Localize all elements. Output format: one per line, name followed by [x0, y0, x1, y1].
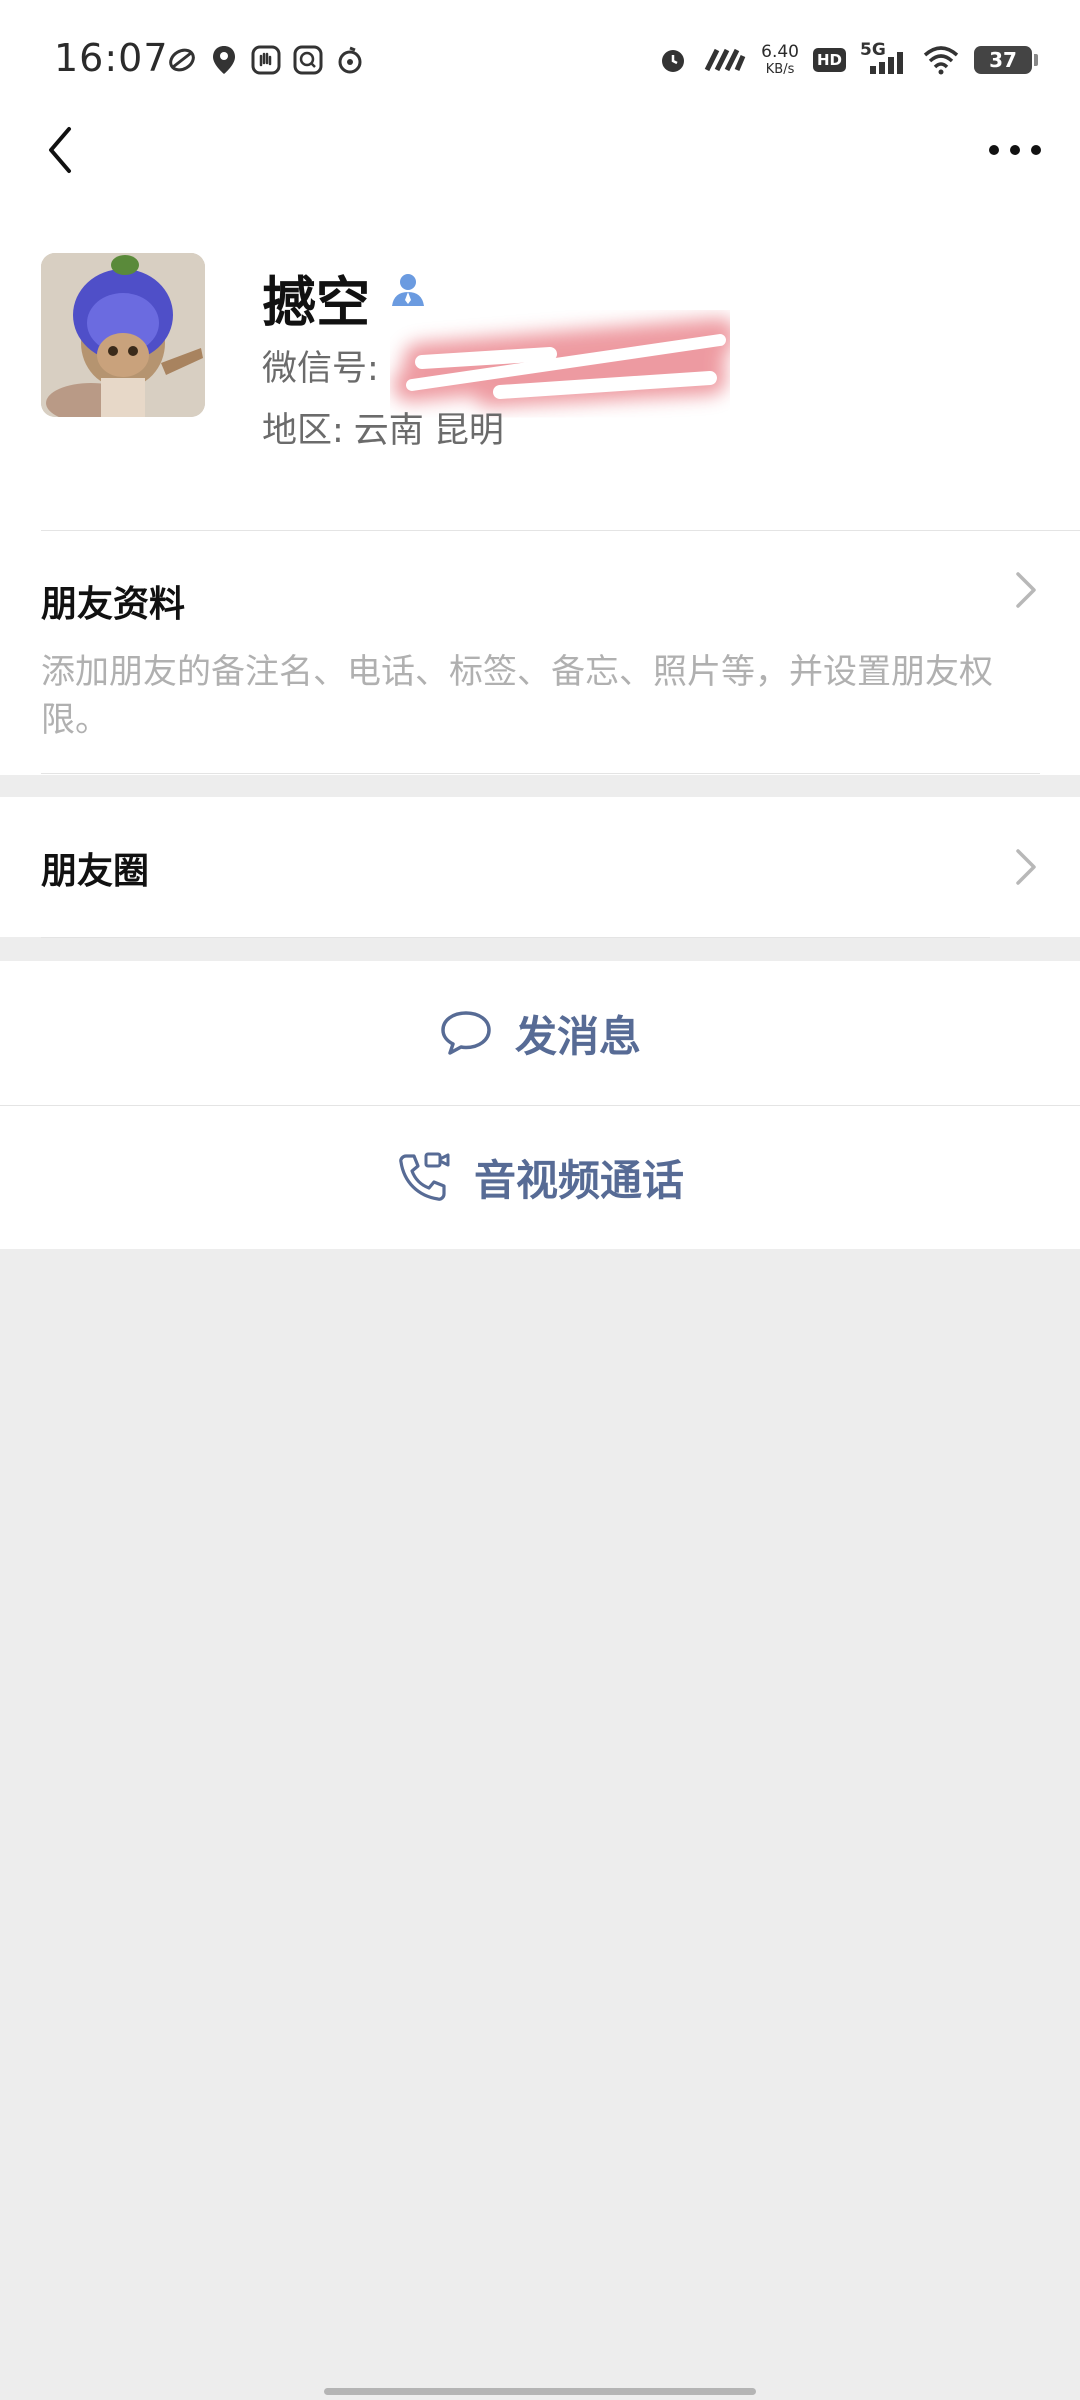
section-gap: [0, 937, 1080, 961]
section-gap: [0, 775, 1080, 797]
nickname: 撼空: [262, 271, 370, 334]
hd-badge: HD: [812, 48, 846, 72]
friend-info-title: 朋友资料: [41, 584, 186, 625]
network-label: 5G: [860, 40, 886, 60]
status-time: 16:07: [54, 36, 169, 80]
hand-icon: [250, 44, 282, 76]
status-bar: 16:07 6.40 KB/s HD 5G 37: [0, 0, 1080, 120]
friend-info-description: 添加朋友的备注名、电话、标签、备忘、照片等，并设置朋友权限。: [41, 652, 993, 740]
system-icons: 6.40 KB/s HD 5G 37: [657, 38, 1038, 82]
chat-bubble-icon: [441, 1011, 491, 1055]
moments-row[interactable]: 朋友圈: [0, 797, 1080, 937]
av-call-button[interactable]: 音视频通话: [0, 1105, 1080, 1249]
chevron-right-icon: [1016, 572, 1036, 608]
net-speed-unit: KB/s: [765, 62, 795, 77]
notification-icons: [166, 42, 366, 78]
home-indicator[interactable]: [324, 2388, 756, 2395]
signal-icon: 5G: [860, 40, 908, 76]
friend-info-row[interactable]: 朋友资料 添加朋友的备注名、电话、标签、备忘、照片等，并设置朋友权限。: [0, 530, 1080, 775]
back-button[interactable]: [30, 120, 90, 180]
more-button[interactable]: [980, 120, 1050, 180]
region-city: 昆明: [433, 411, 504, 451]
video-call-icon: [399, 1152, 450, 1201]
chevron-right-icon: [1016, 849, 1036, 885]
location-icon: [208, 44, 240, 76]
battery-icon: 37: [974, 46, 1038, 74]
nfc-icon: [703, 44, 747, 76]
more-dots-icon: [989, 145, 1041, 155]
region: 地区: 云南 昆明: [262, 402, 504, 453]
net-speed: 6.40 KB/s: [761, 42, 799, 77]
moments-title: 朋友圈: [41, 851, 150, 892]
music-icon: [334, 44, 366, 76]
region-province: 云南: [353, 411, 424, 451]
send-message-label: 发消息: [514, 1011, 641, 1061]
av-call-label: 音视频通话: [473, 1155, 684, 1205]
wechat-id-label: 微信号:: [262, 349, 379, 389]
divider: [41, 937, 990, 938]
battery-level: 37: [989, 48, 1017, 72]
app-icon: [166, 44, 198, 76]
wifi-icon: [922, 44, 960, 76]
alarm-icon: [657, 44, 689, 76]
search-app-icon: [292, 44, 324, 76]
send-message-button[interactable]: 发消息: [0, 961, 1080, 1105]
contact-person-icon: [392, 274, 424, 306]
net-speed-value: 6.40: [761, 42, 799, 62]
avatar[interactable]: [41, 253, 205, 417]
region-label: 地区:: [262, 411, 344, 451]
divider: [41, 773, 1040, 774]
chevron-left-icon: [49, 127, 71, 173]
